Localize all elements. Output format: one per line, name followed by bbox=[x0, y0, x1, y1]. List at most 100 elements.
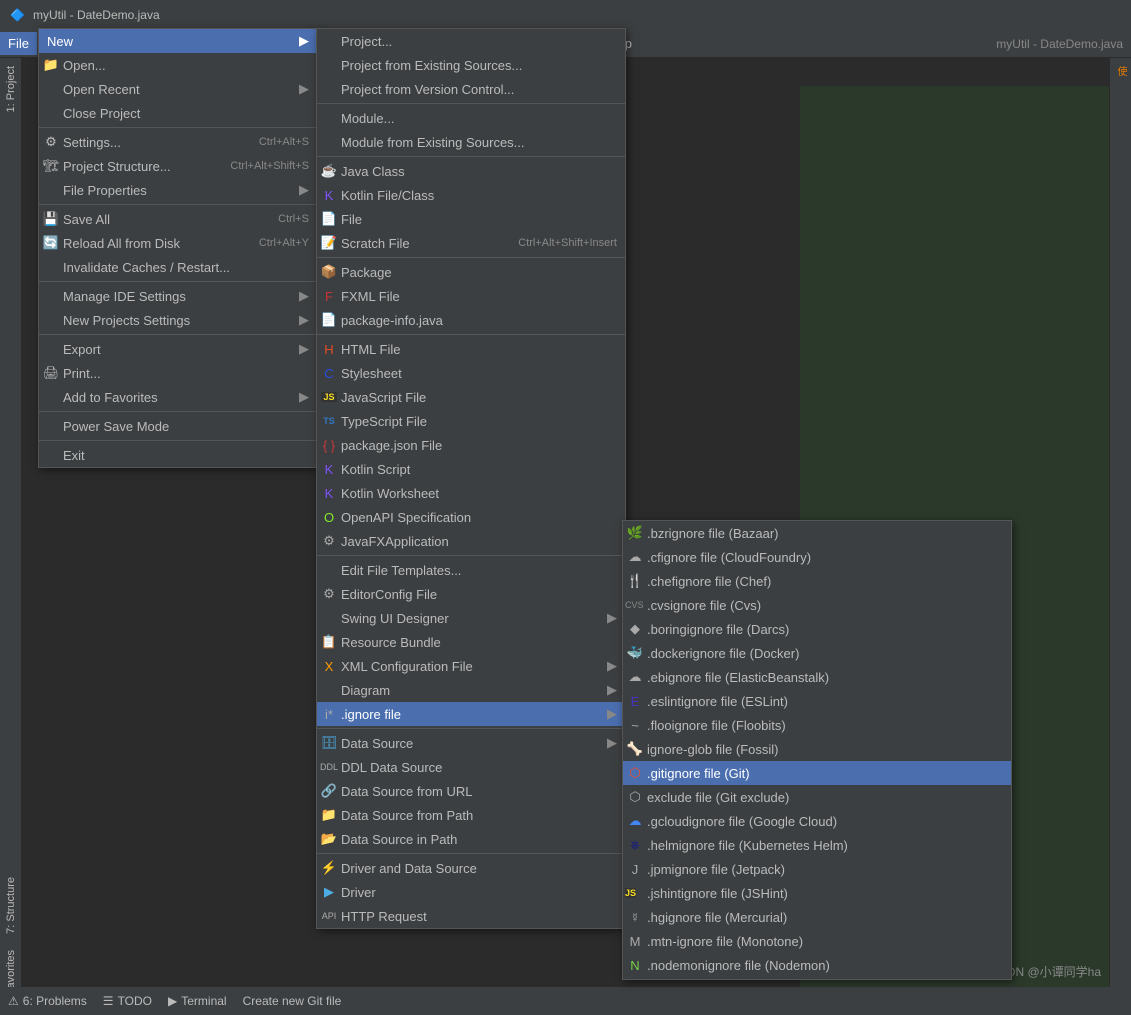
new-javafx[interactable]: ⚙ JavaFXApplication bbox=[317, 529, 625, 553]
new-package[interactable]: 📦 Package bbox=[317, 260, 625, 284]
menu-file[interactable]: File bbox=[0, 32, 37, 55]
new-kotlin-script[interactable]: K Kotlin Script bbox=[317, 457, 625, 481]
bzr-label: .bzrignore file (Bazaar) bbox=[647, 526, 779, 541]
terminal-label: Terminal bbox=[181, 994, 226, 1008]
ignore-file-arrow: ▶ bbox=[607, 706, 617, 722]
ignore-cf[interactable]: ☁ .cfignore file (CloudFoundry) bbox=[623, 545, 1011, 569]
ignore-npm[interactable]: N .npmignore file (Npm) bbox=[623, 977, 1011, 980]
ignore-gcloud[interactable]: ☁ .gcloudignore file (Google Cloud) bbox=[623, 809, 1011, 833]
ignore-eslint[interactable]: E .eslintignore file (ESLint) bbox=[623, 689, 1011, 713]
new-editorconfig[interactable]: ⚙ EditorConfig File bbox=[317, 582, 625, 606]
menu-close-project[interactable]: Close Project bbox=[39, 101, 317, 125]
menu-open[interactable]: 📁 Open... bbox=[39, 53, 317, 77]
menu-manage-ide[interactable]: Manage IDE Settings ▶ bbox=[39, 284, 317, 308]
menu-export[interactable]: Export ▶ bbox=[39, 337, 317, 361]
new-data-source-path[interactable]: 📁 Data Source from Path bbox=[317, 803, 625, 827]
menu-power-save[interactable]: Power Save Mode bbox=[39, 414, 317, 438]
new-kotlin-class[interactable]: K Kotlin File/Class bbox=[317, 183, 625, 207]
menu-new-project-settings[interactable]: New Projects Settings ▶ bbox=[39, 308, 317, 332]
new-html[interactable]: H HTML File bbox=[317, 337, 625, 361]
title-text: myUtil - DateDemo.java bbox=[33, 8, 160, 22]
new-ddl-data-source[interactable]: DDL DDL Data Source bbox=[317, 755, 625, 779]
new-swing[interactable]: Swing UI Designer ▶ bbox=[317, 606, 625, 630]
xml-config-icon: X bbox=[321, 659, 337, 674]
menu-settings[interactable]: ⚙ Settings... Ctrl+Alt+S bbox=[39, 130, 317, 154]
problems-label: 6: Problems bbox=[23, 994, 87, 1008]
menu-open-recent[interactable]: Open Recent ▶ bbox=[39, 77, 317, 101]
ignore-darcs[interactable]: ◆ .boringignore file (Darcs) bbox=[623, 617, 1011, 641]
new-ignore-file[interactable]: i* .ignore file ▶ bbox=[317, 702, 625, 726]
new-module-label: Module... bbox=[341, 111, 394, 126]
terminal-icon: ▶ bbox=[168, 994, 177, 1008]
menu-add-favorites[interactable]: Add to Favorites ▶ bbox=[39, 385, 317, 409]
ignore-docker[interactable]: 🐳 .dockerignore file (Docker) bbox=[623, 641, 1011, 665]
ignore-eb[interactable]: ☁ .ebignore file (ElasticBeanstalk) bbox=[623, 665, 1011, 689]
bzr-icon: 🌿 bbox=[627, 525, 643, 541]
new-module-existing[interactable]: Module from Existing Sources... bbox=[317, 130, 625, 154]
manage-ide-arrow: ▶ bbox=[299, 288, 309, 304]
new-resource-bundle[interactable]: 📋 Resource Bundle bbox=[317, 630, 625, 654]
new-openapi[interactable]: O OpenAPI Specification bbox=[317, 505, 625, 529]
menu-file-properties[interactable]: File Properties ▶ bbox=[39, 178, 317, 202]
reload-shortcut: Ctrl+Alt+Y bbox=[259, 237, 309, 249]
menu-exit[interactable]: Exit bbox=[39, 443, 317, 467]
app-icon: 🔷 bbox=[10, 8, 25, 22]
ignore-git[interactable]: ⬡ .gitignore file (Git) bbox=[623, 761, 1011, 785]
ts-icon: TS bbox=[321, 416, 337, 426]
new-project-label: Project... bbox=[341, 34, 392, 49]
menu-invalidate[interactable]: Invalidate Caches / Restart... bbox=[39, 255, 317, 279]
new-data-source-in-path[interactable]: 📂 Data Source in Path bbox=[317, 827, 625, 851]
ignore-floo[interactable]: ~ .flooignore file (Floobits) bbox=[623, 713, 1011, 737]
sep6 bbox=[39, 440, 317, 441]
menu-print[interactable]: 🖨 Print... bbox=[39, 361, 317, 385]
problems-tab[interactable]: ⚠ 6: Problems bbox=[8, 994, 87, 1008]
ignore-jetpack[interactable]: J .jpmignore file (Jetpack) bbox=[623, 857, 1011, 881]
todo-tab[interactable]: ☰ TODO bbox=[103, 994, 152, 1008]
new-scratch[interactable]: 📝 Scratch File Ctrl+Alt+Shift+Insert bbox=[317, 231, 625, 255]
ignore-nodemon[interactable]: N .nodemonignore file (Nodemon) bbox=[623, 953, 1011, 977]
ignore-bzr[interactable]: 🌿 .bzrignore file (Bazaar) bbox=[623, 521, 1011, 545]
ignore-helm[interactable]: ⎈ .helmignore file (Kubernetes Helm) bbox=[623, 833, 1011, 857]
new-file[interactable]: 📄 File bbox=[317, 207, 625, 231]
menu-reload[interactable]: 🔄 Reload All from Disk Ctrl+Alt+Y bbox=[39, 231, 317, 255]
new-package-info[interactable]: 📄 package-info.java bbox=[317, 308, 625, 332]
new-edit-templates[interactable]: Edit File Templates... bbox=[317, 558, 625, 582]
menu-new-item[interactable]: New ▶ bbox=[39, 29, 317, 53]
menu-project-structure[interactable]: 🏗 Project Structure... Ctrl+Alt+Shift+S bbox=[39, 154, 317, 178]
ignore-git-exclude[interactable]: ⬡ exclude file (Git exclude) bbox=[623, 785, 1011, 809]
new-data-source-url[interactable]: 🔗 Data Source from URL bbox=[317, 779, 625, 803]
new-driver-data-source[interactable]: ⚡ Driver and Data Source bbox=[317, 856, 625, 880]
new-data-source[interactable]: 🗄 Data Source ▶ bbox=[317, 731, 625, 755]
ignore-chef[interactable]: 🍴 .chefignore file (Chef) bbox=[623, 569, 1011, 593]
new-xml-config[interactable]: X XML Configuration File ▶ bbox=[317, 654, 625, 678]
ignore-hg[interactable]: ☿ .hgignore file (Mercurial) bbox=[623, 905, 1011, 929]
ignore-mtn[interactable]: M .mtn-ignore file (Monotone) bbox=[623, 929, 1011, 953]
javafx-label: JavaFXApplication bbox=[341, 534, 449, 549]
menu-save-all[interactable]: 💾 Save All Ctrl+S bbox=[39, 207, 317, 231]
new-js[interactable]: JS JavaScript File bbox=[317, 385, 625, 409]
ignore-fossil[interactable]: 🦴 ignore-glob file (Fossil) bbox=[623, 737, 1011, 761]
new-module[interactable]: Module... bbox=[317, 106, 625, 130]
xml-config-label: XML Configuration File bbox=[341, 659, 473, 674]
new-driver[interactable]: ▶ Driver bbox=[317, 880, 625, 904]
ignore-cvs[interactable]: CVS .cvsignore file (Cvs) bbox=[623, 593, 1011, 617]
project-tab[interactable]: 1: Project bbox=[2, 58, 20, 120]
structure-tab[interactable]: 7: Structure bbox=[2, 869, 20, 942]
gcloud-icon: ☁ bbox=[627, 813, 643, 829]
new-http-request[interactable]: API HTTP Request bbox=[317, 904, 625, 928]
html-label: HTML File bbox=[341, 342, 400, 357]
new-project-existing[interactable]: Project from Existing Sources... bbox=[317, 53, 625, 77]
new-project[interactable]: Project... bbox=[317, 29, 625, 53]
new-ts[interactable]: TS TypeScript File bbox=[317, 409, 625, 433]
new-project-vcs[interactable]: Project from Version Control... bbox=[317, 77, 625, 101]
new-package-json[interactable]: { } package.json File bbox=[317, 433, 625, 457]
new-java-class[interactable]: ☕ Java Class bbox=[317, 159, 625, 183]
xml-config-arrow: ▶ bbox=[607, 658, 617, 674]
new-stylesheet[interactable]: C Stylesheet bbox=[317, 361, 625, 385]
new-diagram[interactable]: Diagram ▶ bbox=[317, 678, 625, 702]
ignore-jshint[interactable]: JS .jshintignore file (JSHint) bbox=[623, 881, 1011, 905]
ignore-file-icon: i* bbox=[321, 707, 337, 722]
new-kotlin-worksheet[interactable]: K Kotlin Worksheet bbox=[317, 481, 625, 505]
new-fxml[interactable]: F FXML File bbox=[317, 284, 625, 308]
terminal-tab[interactable]: ▶ Terminal bbox=[168, 994, 227, 1008]
